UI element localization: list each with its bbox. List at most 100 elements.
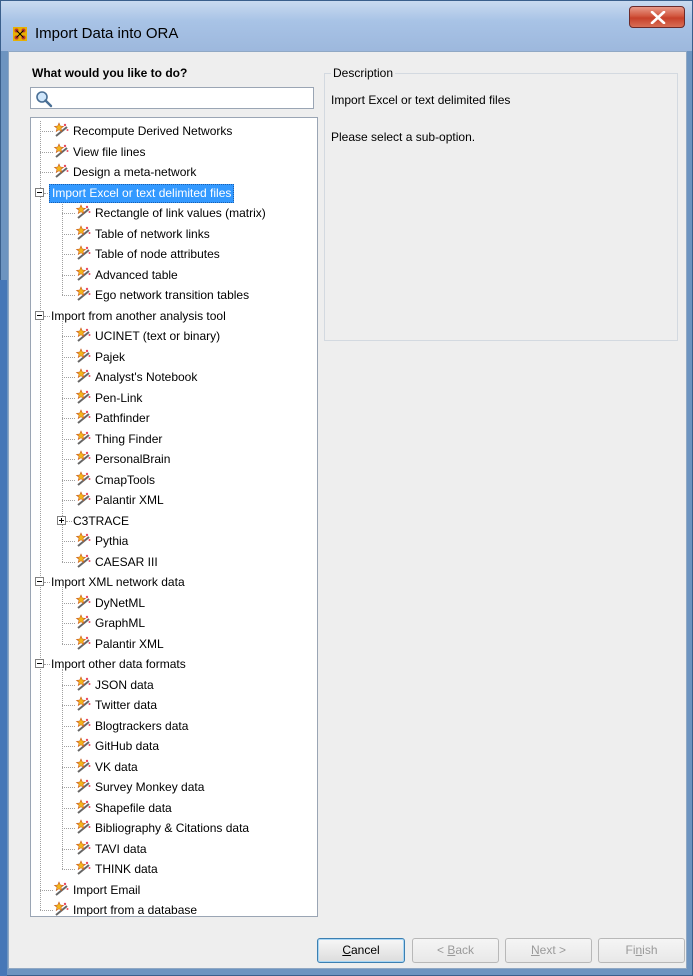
wand-icon — [75, 368, 91, 383]
tree-item[interactable]: Ego network transition tables — [31, 285, 317, 305]
wand-icon — [75, 286, 91, 301]
tree-item[interactable]: UCINET (text or binary) — [31, 326, 317, 346]
tree-connector — [62, 807, 75, 809]
tree-item-label: Thing Finder — [95, 431, 163, 446]
tree-item-label: Import Email — [73, 882, 141, 897]
tree-item[interactable]: Rectangle of link values (matrix) — [31, 203, 317, 223]
wand-icon — [75, 347, 91, 363]
wand-icon — [75, 224, 91, 240]
tree-item[interactable]: Bibliography & Citations data — [31, 818, 317, 838]
tree-item[interactable]: Import XML network data — [31, 572, 317, 592]
tree-item[interactable]: JSON data — [31, 675, 317, 695]
tree-connector — [62, 828, 75, 829]
tree-item-label: Pathfinder — [95, 411, 150, 425]
wand-icon — [75, 532, 91, 547]
tree-connector — [62, 643, 75, 645]
title-bar[interactable]: Import Data into ORA — [1, 1, 692, 51]
tree-item[interactable]: Palantir XML — [31, 490, 317, 510]
search-icon — [36, 91, 53, 108]
collapse-icon[interactable] — [35, 187, 44, 197]
collapse-icon[interactable] — [35, 577, 44, 586]
wand-icon — [75, 737, 91, 752]
description-hint: Please select a sub-option. — [331, 130, 476, 144]
tree-item[interactable]: Import from another analysis tool — [31, 306, 317, 326]
tree-item[interactable]: Pathfinder — [31, 408, 317, 428]
tree-item[interactable]: Twitter data — [31, 695, 317, 715]
next-mnemonic: N — [530, 943, 540, 957]
tree-item[interactable]: Survey Monkey data — [31, 777, 317, 797]
tree-item[interactable]: PersonalBrain — [31, 449, 317, 469]
wand-icon — [75, 552, 91, 568]
collapse-icon[interactable] — [35, 659, 44, 668]
description-title: Import Excel or text delimited files — [331, 93, 511, 107]
tree-connector — [62, 274, 75, 276]
tree-connector — [62, 541, 75, 542]
wand-icon — [75, 593, 91, 609]
tree-item[interactable]: C3TRACE — [31, 511, 317, 531]
tree-item[interactable]: Import Email — [31, 880, 317, 900]
wand-icon — [75, 839, 91, 855]
tree-item-label: Bibliography & Citations data — [95, 821, 250, 835]
collapse-icon[interactable] — [35, 310, 44, 320]
tree-item[interactable]: Import other data formats — [31, 654, 317, 674]
tree-item-label: Palantir XML — [95, 493, 164, 507]
tree-item[interactable]: Pen-Link — [31, 388, 317, 408]
options-tree[interactable]: Recompute Derived Networks View file line… — [30, 117, 318, 917]
tree-item[interactable]: Table of node attributes — [31, 244, 317, 264]
tree-item[interactable]: Design a meta-network — [31, 162, 317, 182]
tree-item[interactable]: Table of network links — [31, 224, 317, 244]
tree-item[interactable]: Import Excel or text delimited files — [31, 183, 317, 203]
tree-connector — [62, 705, 75, 706]
expand-icon[interactable] — [57, 515, 66, 525]
tree-item[interactable]: Blogtrackers data — [31, 716, 317, 736]
tree-item[interactable]: CmapTools — [31, 470, 317, 490]
tree-item-label: Palantir XML — [95, 636, 164, 651]
search-input[interactable] — [30, 87, 314, 109]
tree-item[interactable]: Advanced table — [31, 265, 317, 285]
tree-item[interactable]: Pythia — [31, 531, 317, 551]
back-button[interactable]: < Back — [412, 938, 499, 963]
tree-item[interactable]: Analyst's Notebook — [31, 367, 317, 387]
tree-connector — [62, 602, 75, 604]
tree-item[interactable]: GraphML — [31, 613, 317, 633]
tree-item[interactable]: Palantir XML — [31, 634, 317, 654]
tree-item[interactable]: Pajek — [31, 347, 317, 367]
finish-button[interactable]: Finish — [598, 938, 685, 963]
back-label-pre: < — [436, 943, 448, 957]
tree-connector — [44, 582, 50, 583]
tree-connector — [62, 479, 75, 481]
tree-item-label: View file lines — [73, 144, 146, 159]
tree-item[interactable]: Shapefile data — [31, 798, 317, 818]
tree-connector — [62, 869, 75, 870]
tree-item[interactable]: VK data — [31, 757, 317, 777]
tree-item[interactable]: DyNetML — [31, 593, 317, 613]
cancel-button[interactable]: Cancel — [317, 938, 405, 963]
tree-item[interactable]: TAVI data — [31, 839, 317, 859]
tree-item-label: Ego network transition tables — [95, 288, 250, 302]
wand-icon — [75, 860, 91, 875]
tree-item[interactable]: CAESAR III — [31, 552, 317, 572]
tree-item[interactable]: Thing Finder — [31, 429, 317, 449]
tree-connector — [62, 561, 75, 563]
wand-icon — [75, 265, 91, 281]
close-button[interactable] — [629, 6, 685, 28]
tree-item-label: GraphML — [95, 616, 146, 630]
tree-item[interactable]: Recompute Derived Networks — [31, 121, 317, 141]
tree-item-label: Analyst's Notebook — [95, 370, 198, 384]
tree-item[interactable]: THINK data — [31, 859, 317, 879]
description-legend: Description — [331, 66, 396, 80]
tree-item[interactable]: View file lines — [31, 142, 317, 162]
tree-connector — [62, 213, 75, 214]
next-button[interactable]: Next > — [505, 938, 592, 963]
wand-icon — [75, 819, 91, 834]
tree-item-label: Import Excel or text delimited files — [49, 183, 235, 203]
wand-icon — [75, 634, 91, 650]
tree-connector — [62, 295, 75, 296]
wand-icon — [75, 778, 91, 793]
tree-item[interactable]: GitHub data — [31, 736, 317, 756]
tree-connector — [62, 746, 75, 747]
tree-item[interactable]: Import from a database — [31, 900, 317, 916]
tree-connector — [62, 397, 75, 399]
back-label-post: ack — [455, 943, 475, 957]
tree-item-label: Twitter data — [95, 698, 158, 712]
